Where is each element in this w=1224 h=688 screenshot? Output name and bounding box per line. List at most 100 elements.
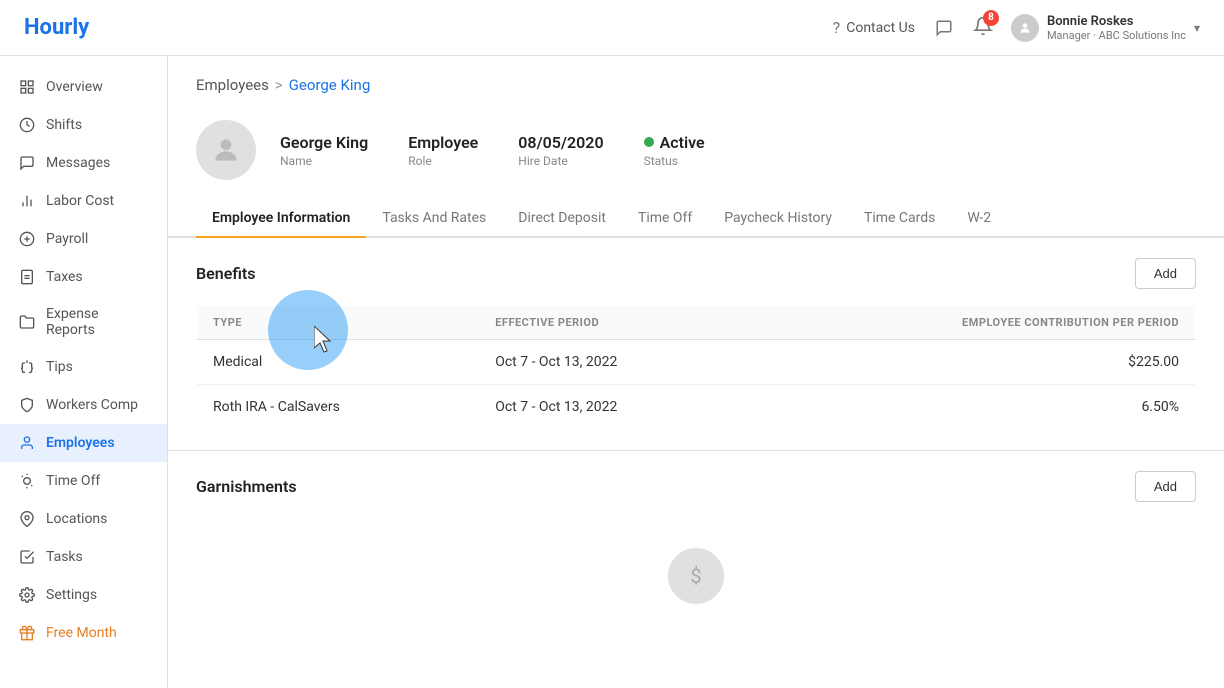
tips-label: Tips [46, 359, 73, 375]
tabs-bar: Employee Information Tasks And Rates Dir… [168, 200, 1224, 238]
tab-direct-deposit[interactable]: Direct Deposit [502, 200, 622, 238]
employee-name-value: George King [280, 133, 368, 152]
table-row: Roth IRA - CalSavers Oct 7 - Oct 13, 202… [197, 385, 1196, 430]
expense-reports-label: Expense Reports [46, 306, 149, 338]
taxes-icon [18, 268, 36, 286]
benefits-section-header: Benefits Add [196, 258, 1196, 289]
benefit-effective-period: Oct 7 - Oct 13, 2022 [479, 340, 753, 385]
overview-label: Overview [46, 79, 103, 95]
sidebar-item-free-month[interactable]: Free Month [0, 614, 167, 652]
tab-time-off[interactable]: Time Off [622, 200, 708, 238]
benefits-section: Benefits Add TYPE EFFECTIVE PERIOD EMPLO… [168, 238, 1224, 450]
sidebar-item-messages[interactable]: Messages [0, 144, 167, 182]
main-content: Employees > George King George King Name… [168, 56, 1224, 688]
settings-label: Settings [46, 587, 97, 603]
time-off-label: Time Off [46, 473, 100, 489]
user-menu[interactable]: Bonnie Roskes Manager · ABC Solutions In… [1011, 14, 1200, 42]
employees-label: Employees [46, 435, 115, 451]
sidebar-item-settings[interactable]: Settings [0, 576, 167, 614]
payroll-icon [18, 230, 36, 248]
benefit-contribution: $225.00 [753, 340, 1196, 385]
employee-status-value: Active [644, 133, 705, 152]
employee-hire-date-value: 08/05/2020 [518, 133, 603, 152]
sidebar-item-taxes[interactable]: Taxes [0, 258, 167, 296]
col-type: TYPE [197, 306, 480, 340]
employee-status-label: Status [644, 154, 705, 168]
messages-nav-icon [18, 154, 36, 172]
tasks-icon [18, 548, 36, 566]
sidebar-item-tips[interactable]: Tips [0, 348, 167, 386]
breadcrumb-separator: > [275, 76, 283, 94]
messages-icon[interactable] [933, 17, 955, 39]
garnishments-section-header: Garnishments Add [196, 471, 1196, 502]
locations-label: Locations [46, 511, 107, 527]
employee-role-label: Role [408, 154, 478, 168]
col-contribution: EMPLOYEE CONTRIBUTION PER PERIOD [753, 306, 1196, 340]
employee-avatar [196, 120, 256, 180]
overview-icon [18, 78, 36, 96]
shifts-label: Shifts [46, 117, 82, 133]
contact-us-button[interactable]: ? Contact Us [833, 18, 915, 37]
sidebar-item-tasks[interactable]: Tasks [0, 538, 167, 576]
locations-icon [18, 510, 36, 528]
user-role: Manager · ABC Solutions Inc [1047, 29, 1186, 42]
employee-header: George King Name Employee Role 08/05/202… [168, 104, 1224, 200]
table-header-row: TYPE EFFECTIVE PERIOD EMPLOYEE CONTRIBUT… [197, 306, 1196, 340]
tab-w2[interactable]: W-2 [951, 200, 1007, 238]
sidebar-item-time-off[interactable]: Time Off [0, 462, 167, 500]
benefit-effective-period: Oct 7 - Oct 13, 2022 [479, 385, 753, 430]
tasks-label: Tasks [46, 549, 83, 565]
notifications-button[interactable]: 8 [973, 16, 993, 40]
table-row: Medical Oct 7 - Oct 13, 2022 $225.00 [197, 340, 1196, 385]
benefit-contribution: 6.50% [753, 385, 1196, 430]
benefit-type: Medical [197, 340, 480, 385]
help-icon: ? [833, 18, 841, 37]
col-effective-period: EFFECTIVE PERIOD [479, 306, 753, 340]
garnishments-title: Garnishments [196, 477, 297, 496]
tips-icon [18, 358, 36, 376]
labor-cost-label: Labor Cost [46, 193, 114, 209]
breadcrumb-current: George King [289, 76, 371, 94]
expense-reports-icon [18, 313, 36, 331]
topnav: Hourly ? Contact Us 8 Bonnie Roskes Mana… [0, 0, 1224, 56]
workers-comp-icon [18, 396, 36, 414]
status-active-dot [644, 137, 654, 147]
sidebar-item-shifts[interactable]: Shifts [0, 106, 167, 144]
sidebar-item-expense-reports[interactable]: Expense Reports [0, 296, 167, 348]
app-body: Overview Shifts Messages Labor Cost Payr… [0, 56, 1224, 688]
sidebar-item-employees[interactable]: Employees [0, 424, 167, 462]
employee-status-field: Active Status [644, 133, 705, 168]
settings-icon [18, 586, 36, 604]
sidebar-item-workers-comp[interactable]: Workers Comp [0, 386, 167, 424]
sidebar-item-locations[interactable]: Locations [0, 500, 167, 538]
benefits-table: TYPE EFFECTIVE PERIOD EMPLOYEE CONTRIBUT… [196, 305, 1196, 430]
workers-comp-label: Workers Comp [46, 397, 138, 413]
labor-cost-icon [18, 192, 36, 210]
employee-name-field: George King Name [280, 133, 368, 168]
sidebar-item-overview[interactable]: Overview [0, 68, 167, 106]
payroll-label: Payroll [46, 231, 88, 247]
employee-role-value: Employee [408, 133, 478, 152]
benefits-add-button[interactable]: Add [1135, 258, 1196, 289]
tab-employee-information[interactable]: Employee Information [196, 200, 366, 238]
breadcrumb: Employees > George King [168, 56, 1224, 104]
benefit-type: Roth IRA - CalSavers [197, 385, 480, 430]
garnishments-empty: $ [196, 518, 1196, 634]
tab-tasks-and-rates[interactable]: Tasks And Rates [366, 200, 502, 238]
garnishments-section: Garnishments Add $ [168, 450, 1224, 654]
free-month-icon [18, 624, 36, 642]
employee-role-field: Employee Role [408, 133, 478, 168]
user-avatar-icon [1011, 14, 1039, 42]
sidebar-item-payroll[interactable]: Payroll [0, 220, 167, 258]
garnishments-add-button[interactable]: Add [1135, 471, 1196, 502]
time-off-icon [18, 472, 36, 490]
user-name: Bonnie Roskes [1047, 14, 1186, 29]
user-info: Bonnie Roskes Manager · ABC Solutions In… [1047, 14, 1186, 42]
tab-time-cards[interactable]: Time Cards [848, 200, 951, 238]
tab-paycheck-history[interactable]: Paycheck History [708, 200, 848, 238]
breadcrumb-employees[interactable]: Employees [196, 76, 269, 94]
employees-icon [18, 434, 36, 452]
employee-name-label: Name [280, 154, 368, 168]
taxes-label: Taxes [46, 269, 83, 285]
sidebar-item-labor-cost[interactable]: Labor Cost [0, 182, 167, 220]
